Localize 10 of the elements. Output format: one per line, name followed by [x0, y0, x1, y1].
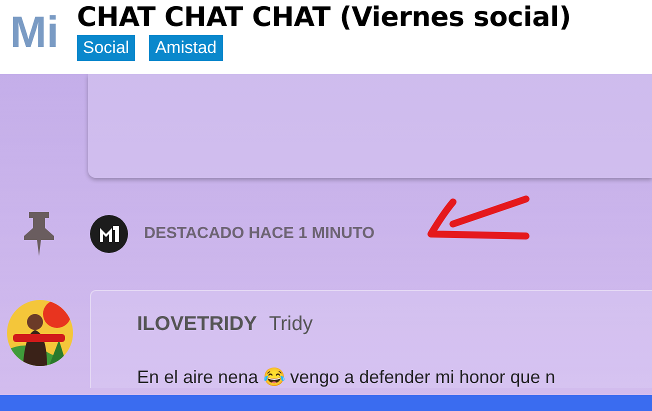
username[interactable]: ILOVETRIDY [137, 313, 258, 336]
message-text: En el aire nena 😂 vengo a defender mi honor que n [137, 366, 556, 388]
community-logo-icon [90, 215, 128, 253]
pinned-time: DESTACADO HACE 1 MINUTO [144, 225, 375, 243]
category-tag[interactable]: Social [76, 35, 136, 61]
pin-icon [24, 212, 54, 256]
nickname: Tridy [269, 313, 313, 336]
chat-title: CHAT CHAT CHAT (Viernes social) [76, 2, 572, 33]
category-tag[interactable]: Amistad [149, 35, 223, 61]
logo: Mi [10, 8, 59, 58]
